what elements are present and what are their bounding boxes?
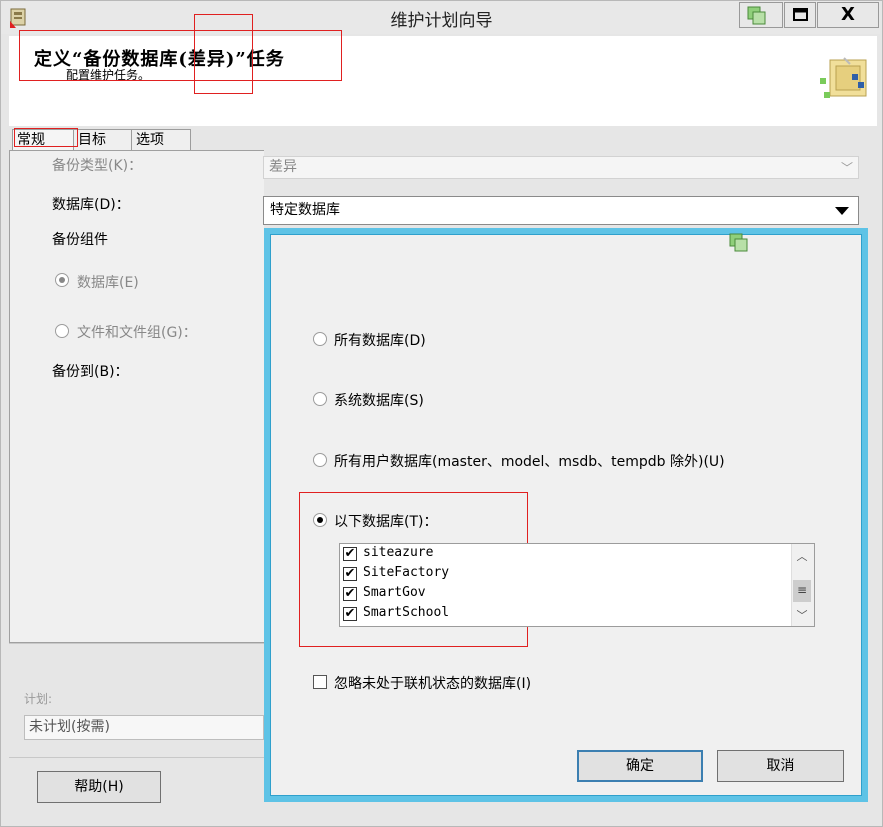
restore-icon bbox=[747, 6, 766, 25]
backup-type-value: 差异 bbox=[269, 159, 297, 175]
tab-target[interactable]: 目标 bbox=[73, 129, 132, 150]
database-combo[interactable]: 特定数据库 bbox=[263, 196, 859, 225]
system-databases-label: 系统数据库(S) bbox=[334, 393, 424, 409]
restore-button[interactable] bbox=[739, 2, 783, 28]
component-database-label: 数据库(E) bbox=[77, 275, 139, 291]
user-databases-radio[interactable] bbox=[313, 453, 327, 467]
ok-button[interactable]: 确定 bbox=[577, 750, 703, 782]
tab-options[interactable]: 选项 bbox=[131, 129, 191, 150]
component-files-label: 文件和文件组(G)： bbox=[77, 325, 197, 341]
backup-type-combo: 差异 bbox=[263, 156, 859, 179]
restore-icon bbox=[728, 232, 750, 254]
ignore-offline-label: 忽略未处于联机状态的数据库(I) bbox=[334, 676, 532, 692]
backup-type-label: 备份类型(K)： bbox=[52, 158, 143, 174]
schedule-field: 未计划(按需) bbox=[24, 715, 264, 740]
database-combo-value: 特定数据库 bbox=[270, 202, 340, 218]
database-checkbox[interactable]: ✔ bbox=[343, 607, 357, 621]
maximize-button[interactable] bbox=[784, 2, 816, 28]
list-item[interactable]: SiteFactory bbox=[363, 565, 449, 580]
user-databases-label: 所有用户数据库(master、model、msdb、tempdb 除外)(U) bbox=[334, 454, 725, 470]
wizard-graphic-icon bbox=[816, 52, 874, 112]
database-checkbox[interactable]: ✔ bbox=[343, 567, 357, 581]
annotation-box-title bbox=[19, 30, 342, 81]
list-item[interactable]: SmartSchool bbox=[363, 605, 449, 620]
annotation-box-tab bbox=[14, 128, 78, 147]
scroll-thumb[interactable]: ≡ bbox=[793, 580, 811, 602]
scroll-up-icon[interactable]: ︿ bbox=[793, 548, 811, 564]
database-checkbox[interactable]: ✔ bbox=[343, 547, 357, 561]
ignore-offline-checkbox[interactable] bbox=[313, 675, 327, 689]
all-databases-radio[interactable] bbox=[313, 332, 327, 346]
backup-to-label: 备份到(B)： bbox=[52, 364, 129, 380]
list-item[interactable]: siteazure bbox=[363, 545, 433, 560]
database-checkbox[interactable]: ✔ bbox=[343, 587, 357, 601]
component-files-radio bbox=[55, 324, 69, 338]
backup-component-label: 备份组件 bbox=[52, 232, 108, 248]
combo-dropdown-icon[interactable] bbox=[828, 198, 856, 223]
annotation-box-diff bbox=[194, 14, 253, 94]
database-label: 数据库(D)： bbox=[52, 197, 130, 213]
close-button[interactable]: X bbox=[817, 2, 879, 28]
chevron-down-icon: ﹀ bbox=[840, 161, 853, 175]
schedule-label: 计划: bbox=[24, 692, 53, 706]
system-databases-radio[interactable] bbox=[313, 392, 327, 406]
maximize-icon bbox=[793, 8, 808, 21]
scroll-down-icon[interactable]: ﹀ bbox=[793, 607, 811, 623]
cancel-button[interactable]: 取消 bbox=[717, 750, 844, 782]
list-item[interactable]: SmartGov bbox=[363, 585, 426, 600]
all-databases-label: 所有数据库(D) bbox=[334, 333, 426, 349]
help-button[interactable]: 帮助(H) bbox=[37, 771, 161, 803]
component-database-radio bbox=[55, 273, 69, 287]
general-tab-panel bbox=[9, 150, 264, 643]
